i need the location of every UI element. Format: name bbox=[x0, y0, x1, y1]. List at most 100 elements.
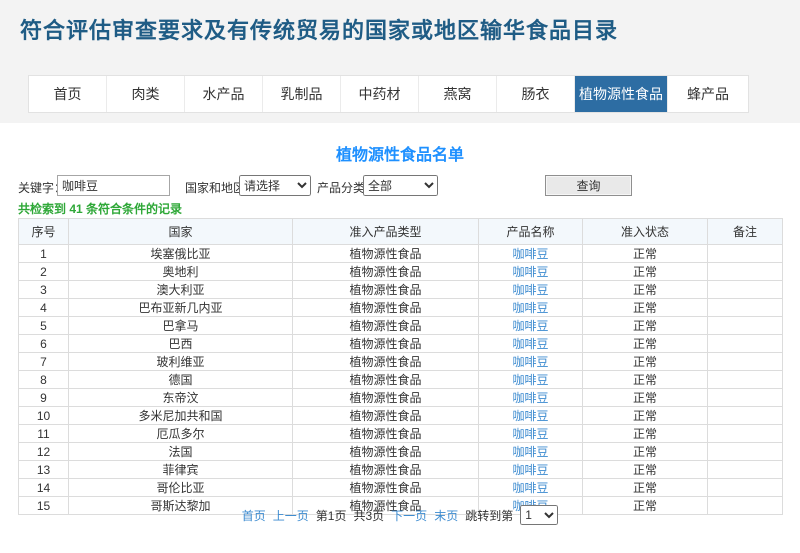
table-row: 4 巴布亚新几内亚 植物源性食品 咖啡豆 正常 bbox=[19, 299, 783, 317]
nav-tab-birds-nest[interactable]: 燕窝 bbox=[419, 76, 497, 112]
product-link[interactable]: 咖啡豆 bbox=[512, 445, 548, 459]
cell-product: 咖啡豆 bbox=[479, 281, 583, 299]
nav-tab-casings[interactable]: 肠衣 bbox=[497, 76, 575, 112]
table-row: 8 德国 植物源性食品 咖啡豆 正常 bbox=[19, 371, 783, 389]
pagination-next-link[interactable]: 下一页 bbox=[391, 507, 427, 524]
cell-country: 厄瓜多尔 bbox=[69, 425, 293, 443]
cell-remark bbox=[708, 353, 783, 371]
cell-country: 奥地利 bbox=[69, 263, 293, 281]
cell-no: 14 bbox=[19, 479, 69, 497]
cell-no: 5 bbox=[19, 317, 69, 335]
col-header-type: 准入产品类型 bbox=[293, 219, 479, 245]
cell-type: 植物源性食品 bbox=[293, 407, 479, 425]
cell-country: 菲律宾 bbox=[69, 461, 293, 479]
cell-status: 正常 bbox=[583, 281, 708, 299]
cell-country: 澳大利亚 bbox=[69, 281, 293, 299]
jump-page-select[interactable]: 1 bbox=[520, 505, 558, 525]
cell-no: 13 bbox=[19, 461, 69, 479]
cell-country: 东帝汶 bbox=[69, 389, 293, 407]
product-link[interactable]: 咖啡豆 bbox=[512, 409, 548, 423]
cell-status: 正常 bbox=[583, 335, 708, 353]
col-header-product: 产品名称 bbox=[479, 219, 583, 245]
cell-status: 正常 bbox=[583, 461, 708, 479]
col-header-status: 准入状态 bbox=[583, 219, 708, 245]
product-link[interactable]: 咖啡豆 bbox=[512, 283, 548, 297]
table-row: 11 厄瓜多尔 植物源性食品 咖啡豆 正常 bbox=[19, 425, 783, 443]
product-link[interactable]: 咖啡豆 bbox=[512, 265, 548, 279]
cell-country: 德国 bbox=[69, 371, 293, 389]
header-band: 符合评估审查要求及有传统贸易的国家或地区输华食品目录 首页 肉类 水产品 乳制品… bbox=[0, 0, 800, 123]
table-row: 14 哥伦比亚 植物源性食品 咖啡豆 正常 bbox=[19, 479, 783, 497]
cell-type: 植物源性食品 bbox=[293, 317, 479, 335]
cell-remark bbox=[708, 317, 783, 335]
cell-type: 植物源性食品 bbox=[293, 299, 479, 317]
pagination-first-link[interactable]: 首页 bbox=[242, 507, 266, 524]
cell-no: 9 bbox=[19, 389, 69, 407]
cell-product: 咖啡豆 bbox=[479, 299, 583, 317]
cell-country: 哥伦比亚 bbox=[69, 479, 293, 497]
table-row: 13 菲律宾 植物源性食品 咖啡豆 正常 bbox=[19, 461, 783, 479]
cell-remark bbox=[708, 479, 783, 497]
cell-status: 正常 bbox=[583, 407, 708, 425]
country-select[interactable]: 请选择 bbox=[239, 175, 311, 196]
cell-product: 咖啡豆 bbox=[479, 245, 583, 263]
cell-remark bbox=[708, 245, 783, 263]
nav-tab-plant-foods[interactable]: 植物源性食品 bbox=[575, 76, 668, 112]
table-row: 2 奥地利 植物源性食品 咖啡豆 正常 bbox=[19, 263, 783, 281]
pagination-current-page: 第1页 bbox=[316, 507, 347, 524]
cell-status: 正常 bbox=[583, 479, 708, 497]
table-row: 1 埃塞俄比亚 植物源性食品 咖啡豆 正常 bbox=[19, 245, 783, 263]
cell-product: 咖啡豆 bbox=[479, 479, 583, 497]
nav-tab-meat[interactable]: 肉类 bbox=[107, 76, 185, 112]
cell-type: 植物源性食品 bbox=[293, 335, 479, 353]
nav-tab-dairy[interactable]: 乳制品 bbox=[263, 76, 341, 112]
table-row: 3 澳大利亚 植物源性食品 咖啡豆 正常 bbox=[19, 281, 783, 299]
cell-type: 植物源性食品 bbox=[293, 461, 479, 479]
cell-no: 8 bbox=[19, 371, 69, 389]
cell-no: 1 bbox=[19, 245, 69, 263]
cell-status: 正常 bbox=[583, 263, 708, 281]
cell-remark bbox=[708, 443, 783, 461]
nav-tab-bee-products[interactable]: 蜂产品 bbox=[668, 76, 748, 112]
cell-remark bbox=[708, 263, 783, 281]
product-link[interactable]: 咖啡豆 bbox=[512, 391, 548, 405]
cell-country: 埃塞俄比亚 bbox=[69, 245, 293, 263]
product-link[interactable]: 咖啡豆 bbox=[512, 301, 548, 315]
col-header-country: 国家 bbox=[69, 219, 293, 245]
section-title: 植物源性食品名单 bbox=[0, 141, 800, 165]
cell-type: 植物源性食品 bbox=[293, 245, 479, 263]
col-header-no: 序号 bbox=[19, 219, 69, 245]
pagination-prev-link[interactable]: 上一页 bbox=[273, 507, 309, 524]
query-button[interactable]: 查询 bbox=[545, 175, 632, 196]
cell-no: 10 bbox=[19, 407, 69, 425]
product-link[interactable]: 咖啡豆 bbox=[512, 463, 548, 477]
cell-status: 正常 bbox=[583, 371, 708, 389]
nav-tab-herbs[interactable]: 中药材 bbox=[341, 76, 419, 112]
product-link[interactable]: 咖啡豆 bbox=[512, 355, 548, 369]
cell-country: 玻利维亚 bbox=[69, 353, 293, 371]
product-link[interactable]: 咖啡豆 bbox=[512, 319, 548, 333]
cell-no: 4 bbox=[19, 299, 69, 317]
cell-no: 12 bbox=[19, 443, 69, 461]
cell-status: 正常 bbox=[583, 317, 708, 335]
product-link[interactable]: 咖啡豆 bbox=[512, 373, 548, 387]
cell-no: 6 bbox=[19, 335, 69, 353]
table-body: 1 埃塞俄比亚 植物源性食品 咖啡豆 正常 2 奥地利 植物源性食品 咖啡豆 正… bbox=[19, 245, 783, 515]
nav-tab-aquatic[interactable]: 水产品 bbox=[185, 76, 263, 112]
product-link[interactable]: 咖啡豆 bbox=[512, 247, 548, 261]
cell-remark bbox=[708, 461, 783, 479]
table-row: 10 多米尼加共和国 植物源性食品 咖啡豆 正常 bbox=[19, 407, 783, 425]
cell-type: 植物源性食品 bbox=[293, 389, 479, 407]
result-count: 共检索到 41 条符合条件的记录 bbox=[18, 200, 182, 217]
product-link[interactable]: 咖啡豆 bbox=[512, 481, 548, 495]
cell-country: 巴拿马 bbox=[69, 317, 293, 335]
cell-status: 正常 bbox=[583, 353, 708, 371]
nav-tab-home[interactable]: 首页 bbox=[29, 76, 107, 112]
pagination-last-link[interactable]: 末页 bbox=[434, 507, 458, 524]
cell-product: 咖啡豆 bbox=[479, 353, 583, 371]
cell-type: 植物源性食品 bbox=[293, 443, 479, 461]
product-link[interactable]: 咖啡豆 bbox=[512, 427, 548, 441]
category-select[interactable]: 全部 bbox=[363, 175, 438, 196]
product-link[interactable]: 咖啡豆 bbox=[512, 337, 548, 351]
keyword-input[interactable] bbox=[57, 175, 170, 196]
